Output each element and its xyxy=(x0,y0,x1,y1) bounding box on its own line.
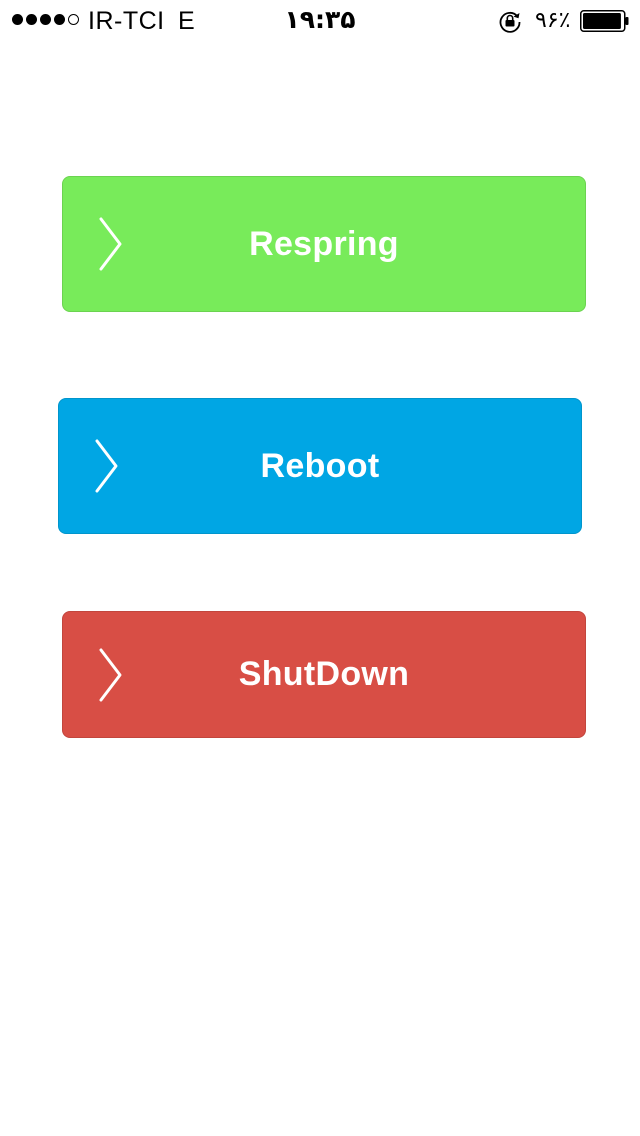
rotation-lock-icon xyxy=(499,11,521,33)
reboot-button[interactable]: Reboot xyxy=(58,398,582,534)
respring-button[interactable]: Respring xyxy=(62,176,586,312)
battery-icon xyxy=(580,10,629,32)
shutdown-button[interactable]: ShutDown xyxy=(62,611,586,738)
battery-percentage: ۹۶٪ xyxy=(535,8,571,33)
shutdown-button-label: ShutDown xyxy=(238,655,410,693)
battery-fill xyxy=(583,13,621,29)
respring-button-label: Respring xyxy=(249,224,399,263)
status-bar: IR-TCI E ۱۹:۳۵ ۹۶٪ xyxy=(0,0,640,40)
reboot-button-label: Reboot xyxy=(260,446,380,485)
